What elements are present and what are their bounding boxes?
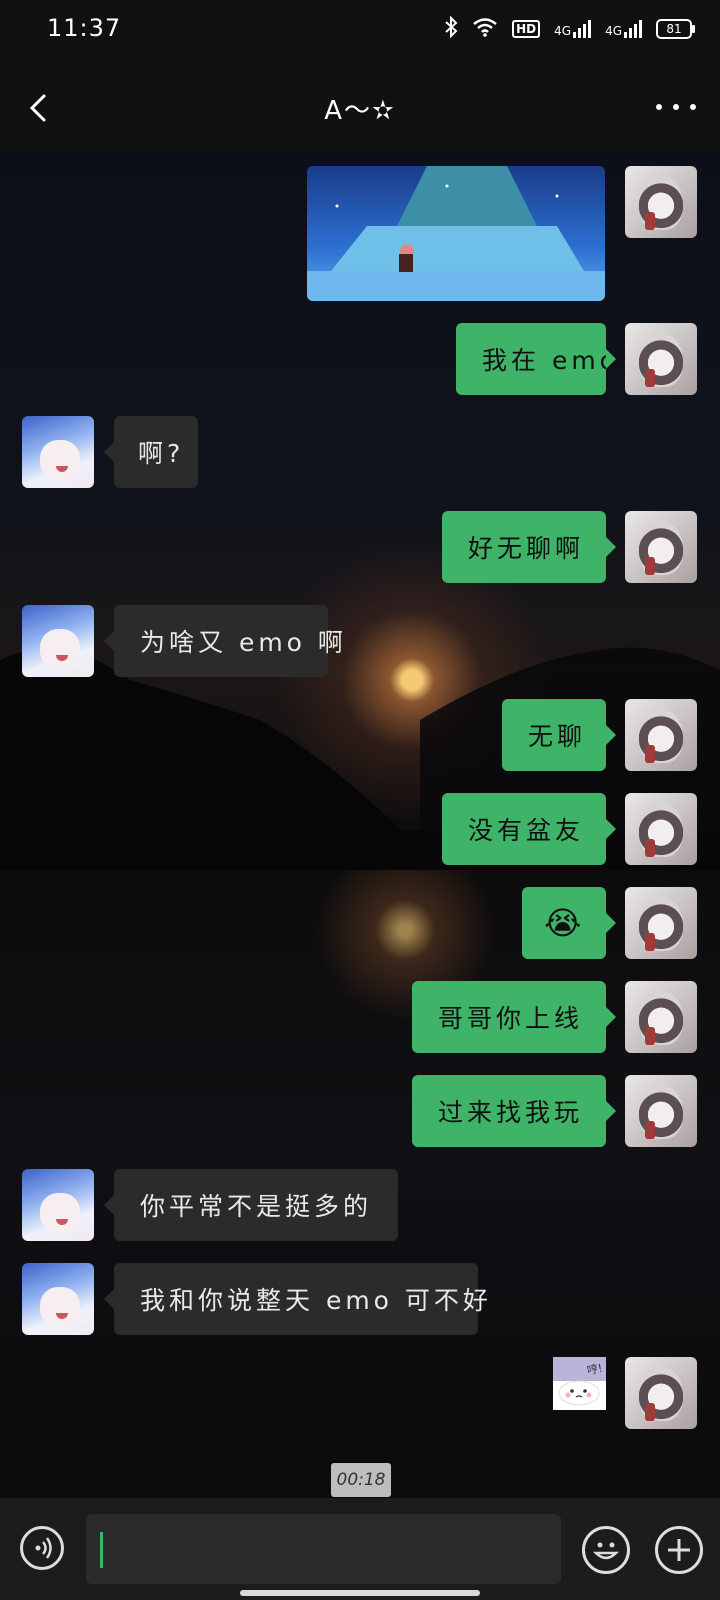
my-message-bubble[interactable]: 我在 emo bbox=[456, 323, 616, 395]
my-emoji-bubble[interactable]: 😭 bbox=[522, 887, 616, 959]
my-message-bubble[interactable]: 无聊 bbox=[502, 699, 616, 771]
plus-icon bbox=[668, 1539, 690, 1561]
status-bar: 11:37 HD 4G 4G 81 bbox=[0, 0, 720, 64]
sticker-message[interactable]: 哼! bbox=[553, 1357, 606, 1410]
emoji-button[interactable] bbox=[582, 1526, 630, 1574]
message-input[interactable] bbox=[86, 1514, 561, 1584]
voice-icon bbox=[35, 1537, 52, 1559]
contact-avatar[interactable] bbox=[22, 1169, 94, 1241]
voice-duration-badge: 00:18 bbox=[331, 1463, 391, 1497]
my-avatar[interactable] bbox=[625, 166, 697, 238]
their-message-bubble[interactable]: 啊? bbox=[104, 416, 198, 488]
my-avatar[interactable] bbox=[625, 981, 697, 1053]
more-dot bbox=[673, 104, 679, 110]
my-message-bubble[interactable]: 好无聊啊 bbox=[442, 511, 616, 583]
chat-area[interactable]: 我在 emo 啊? 好无聊啊 为啥又 emo 啊 无聊 没有盆友 😭 哥哥你上线… bbox=[0, 150, 720, 1498]
network-type-1: 4G bbox=[554, 24, 572, 38]
bluetooth-icon bbox=[444, 15, 458, 42]
background-scenery bbox=[0, 647, 720, 870]
game-screenshot-image bbox=[307, 166, 605, 301]
chat-header: A～✫ bbox=[0, 64, 720, 150]
text-cursor bbox=[100, 1532, 103, 1568]
more-dots-icon bbox=[656, 104, 662, 110]
their-message-bubble[interactable]: 你平常不是挺多的 bbox=[104, 1169, 398, 1241]
my-avatar[interactable] bbox=[625, 793, 697, 865]
battery-icon: 81 bbox=[656, 19, 695, 39]
chat-title: A～✫ bbox=[324, 96, 396, 126]
input-bar bbox=[0, 1498, 720, 1600]
more-dot bbox=[690, 104, 696, 110]
contact-avatar[interactable] bbox=[22, 1263, 94, 1335]
my-avatar[interactable] bbox=[625, 511, 697, 583]
more-functions-button[interactable] bbox=[655, 1526, 703, 1574]
contact-avatar[interactable] bbox=[22, 416, 94, 488]
their-message-bubble[interactable]: 为啥又 emo 啊 bbox=[104, 605, 343, 677]
my-avatar[interactable] bbox=[625, 1357, 697, 1429]
contact-avatar[interactable] bbox=[22, 605, 94, 677]
my-message-bubble[interactable]: 哥哥你上线 bbox=[412, 981, 616, 1053]
status-icons: HD 4G 4G 81 bbox=[444, 15, 695, 42]
my-avatar[interactable] bbox=[625, 1075, 697, 1147]
signal-bars-icon bbox=[573, 20, 592, 38]
emoji-icon bbox=[592, 1542, 620, 1560]
my-avatar[interactable] bbox=[625, 323, 697, 395]
hd-badge: HD bbox=[512, 20, 541, 38]
crying-cloud-sticker-icon bbox=[558, 1380, 600, 1406]
signal-bars-icon bbox=[624, 20, 642, 38]
my-message-bubble[interactable]: 没有盆友 bbox=[442, 793, 616, 865]
my-avatar[interactable] bbox=[625, 887, 697, 959]
home-indicator[interactable] bbox=[240, 1590, 480, 1596]
their-message-bubble[interactable]: 我和你说整天 emo 可不好 bbox=[104, 1263, 488, 1335]
image-message[interactable] bbox=[307, 166, 605, 301]
signal-2: 4G bbox=[605, 20, 642, 38]
more-button[interactable] bbox=[656, 92, 696, 122]
network-type-2: 4G bbox=[605, 24, 622, 38]
wifi-icon bbox=[472, 17, 498, 41]
my-message-bubble[interactable]: 过来找我玩 bbox=[412, 1075, 616, 1147]
my-avatar[interactable] bbox=[625, 699, 697, 771]
signal-1: 4G bbox=[554, 20, 592, 38]
voice-button[interactable] bbox=[20, 1526, 64, 1570]
status-time: 11:37 bbox=[47, 14, 122, 42]
